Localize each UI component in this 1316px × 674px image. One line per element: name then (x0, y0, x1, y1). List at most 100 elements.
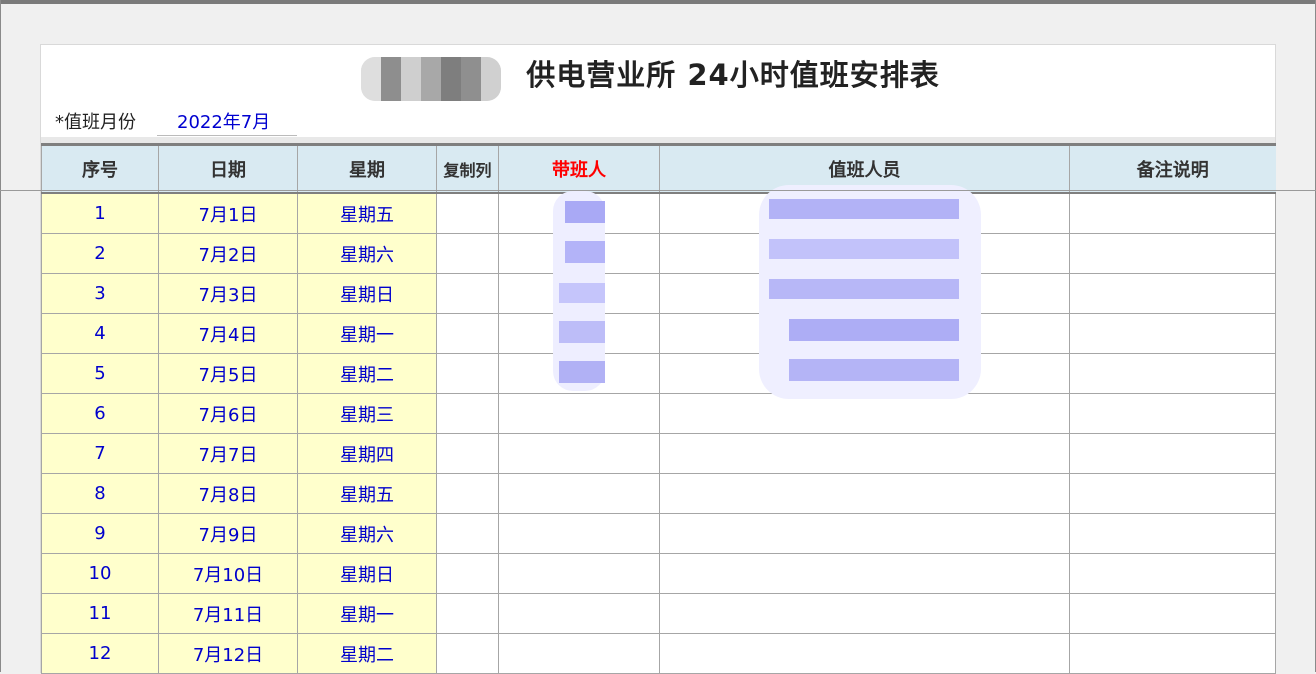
cell-weekday[interactable]: 星期五 (297, 192, 437, 234)
cell-leader[interactable] (498, 433, 660, 474)
cell-date[interactable]: 7月11日 (158, 593, 298, 634)
cell-date[interactable]: 7月8日 (158, 473, 298, 514)
cell-notes[interactable] (1069, 273, 1276, 314)
month-label: *值班月份 (55, 112, 136, 133)
cell-index[interactable]: 10 (41, 553, 159, 594)
redacted-leader-names (545, 191, 615, 391)
cell-date[interactable]: 7月7日 (158, 433, 298, 474)
cell-notes[interactable] (1069, 393, 1276, 434)
cell-date[interactable]: 7月4日 (158, 313, 298, 354)
cell-copy[interactable] (436, 593, 499, 634)
cell-index[interactable]: 2 (41, 233, 159, 274)
cell-weekday[interactable]: 星期六 (297, 233, 437, 274)
cell-weekday[interactable]: 星期二 (297, 633, 437, 674)
table-row: 6 7月6日 星期三 (41, 393, 1276, 434)
cell-date[interactable]: 7月5日 (158, 353, 298, 394)
cell-copy[interactable] (436, 192, 499, 234)
cell-staff[interactable] (659, 513, 1070, 554)
cell-notes[interactable] (1069, 633, 1276, 674)
cell-copy[interactable] (436, 433, 499, 474)
redacted-staff-names (759, 185, 983, 401)
cell-date[interactable]: 7月2日 (158, 233, 298, 274)
cell-copy[interactable] (436, 233, 499, 274)
cell-leader[interactable] (498, 553, 660, 594)
cell-weekday[interactable]: 星期四 (297, 433, 437, 474)
table-row: 5 7月5日 星期二 (41, 353, 1276, 394)
cell-notes[interactable] (1069, 353, 1276, 394)
cell-copy[interactable] (436, 393, 499, 434)
cell-index[interactable]: 5 (41, 353, 159, 394)
cell-index[interactable]: 8 (41, 473, 159, 514)
cell-copy[interactable] (436, 273, 499, 314)
cell-weekday[interactable]: 星期日 (297, 553, 437, 594)
window-left-border (0, 0, 1, 672)
cell-staff[interactable] (659, 553, 1070, 594)
col-header-index[interactable]: 序号 (41, 143, 159, 194)
cell-date[interactable]: 7月1日 (158, 192, 298, 234)
cell-notes[interactable] (1069, 433, 1276, 474)
cell-copy[interactable] (436, 313, 499, 354)
cell-staff[interactable] (659, 473, 1070, 514)
cell-index[interactable]: 4 (41, 313, 159, 354)
cell-notes[interactable] (1069, 233, 1276, 274)
cell-notes[interactable] (1069, 313, 1276, 354)
cell-weekday[interactable]: 星期一 (297, 313, 437, 354)
cell-index[interactable]: 1 (41, 192, 159, 234)
cell-index[interactable]: 7 (41, 433, 159, 474)
cell-notes[interactable] (1069, 553, 1276, 594)
cell-staff[interactable] (659, 633, 1070, 674)
cell-staff[interactable] (659, 593, 1070, 634)
cell-date[interactable]: 7月9日 (158, 513, 298, 554)
cell-leader[interactable] (498, 633, 660, 674)
cell-index[interactable]: 11 (41, 593, 159, 634)
cell-date[interactable]: 7月10日 (158, 553, 298, 594)
table-row: 8 7月8日 星期五 (41, 473, 1276, 514)
cell-notes[interactable] (1069, 473, 1276, 514)
col-header-date[interactable]: 日期 (158, 143, 298, 194)
freeze-pane-divider (0, 190, 1316, 191)
cell-date[interactable]: 7月12日 (158, 633, 298, 674)
cell-weekday[interactable]: 星期二 (297, 353, 437, 394)
cell-index[interactable]: 12 (41, 633, 159, 674)
cell-notes[interactable] (1069, 513, 1276, 554)
table-row: 7 7月7日 星期四 (41, 433, 1276, 474)
cell-weekday[interactable]: 星期六 (297, 513, 437, 554)
window-top-border (0, 0, 1316, 4)
cell-notes[interactable] (1069, 192, 1276, 234)
table-header-row: 序号 日期 星期 复制列 带班人 值班人员 备注说明 (41, 143, 1276, 194)
cell-date[interactable]: 7月3日 (158, 273, 298, 314)
cell-staff[interactable] (659, 433, 1070, 474)
redacted-title-prefix (361, 57, 501, 101)
sheet-title-text: 供电营业所 24小时值班安排表 (526, 58, 940, 92)
cell-copy[interactable] (436, 473, 499, 514)
col-header-notes[interactable]: 备注说明 (1069, 143, 1276, 194)
duty-table: 序号 日期 星期 复制列 带班人 值班人员 备注说明 1 7月1日 星期五 2 (41, 143, 1276, 674)
cell-index[interactable]: 6 (41, 393, 159, 434)
cell-copy[interactable] (436, 633, 499, 674)
cell-copy[interactable] (436, 353, 499, 394)
cell-weekday[interactable]: 星期五 (297, 473, 437, 514)
table-row: 10 7月10日 星期日 (41, 553, 1276, 594)
col-header-weekday[interactable]: 星期 (297, 143, 437, 194)
cell-leader[interactable] (498, 513, 660, 554)
cell-index[interactable]: 9 (41, 513, 159, 554)
table-row: 4 7月4日 星期一 (41, 313, 1276, 354)
cell-leader[interactable] (498, 593, 660, 634)
table-row: 3 7月3日 星期日 (41, 273, 1276, 314)
cell-date[interactable]: 7月6日 (158, 393, 298, 434)
col-header-leader[interactable]: 带班人 (498, 143, 660, 194)
cell-copy[interactable] (436, 553, 499, 594)
cell-weekday[interactable]: 星期一 (297, 593, 437, 634)
cell-leader[interactable] (498, 473, 660, 514)
cell-weekday[interactable]: 星期日 (297, 273, 437, 314)
table-row: 1 7月1日 星期五 (41, 192, 1276, 234)
month-input[interactable]: 2022年7月 (157, 109, 297, 136)
cell-weekday[interactable]: 星期三 (297, 393, 437, 434)
cell-leader[interactable] (498, 393, 660, 434)
cell-notes[interactable] (1069, 593, 1276, 634)
table-row: 12 7月12日 星期二 (41, 633, 1276, 674)
table-row: 11 7月11日 星期一 (41, 593, 1276, 634)
col-header-copy[interactable]: 复制列 (436, 143, 499, 194)
cell-copy[interactable] (436, 513, 499, 554)
cell-index[interactable]: 3 (41, 273, 159, 314)
